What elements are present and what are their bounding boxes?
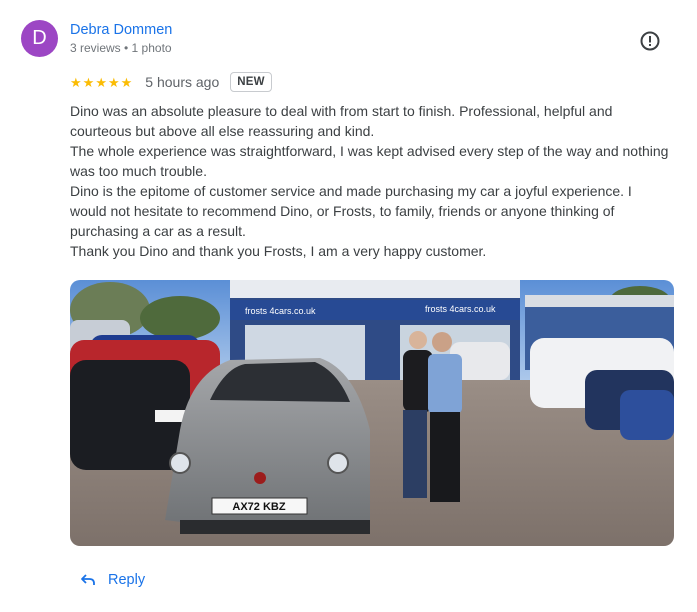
alert-circle-icon[interactable] — [637, 28, 663, 54]
star-icon: ★ — [95, 74, 107, 90]
avatar[interactable]: D — [21, 20, 58, 57]
reply-label: Reply — [108, 572, 146, 588]
author-name[interactable]: Debra Dommen — [70, 22, 172, 38]
dealer-sign-right: frosts 4cars.co.uk — [425, 304, 496, 314]
star-icon: ★ — [120, 74, 133, 90]
author-meta: 3 reviews • 1 photo — [70, 41, 172, 55]
review-paragraph: Dino was an absolute pleasure to deal wi… — [70, 103, 613, 139]
dealer-sign-left: frosts 4cars.co.uk — [245, 306, 316, 316]
star-icon: ★ — [70, 74, 82, 90]
review-text: Dino was an absolute pleasure to deal wi… — [70, 101, 670, 261]
review-paragraph: The whole experience was straightforward… — [70, 143, 669, 179]
review-paragraph: Thank you Dino and thank you Frosts, I a… — [70, 243, 487, 259]
reply-button[interactable]: Reply — [80, 572, 145, 588]
review-paragraph: Dino is the epitome of customer service … — [70, 183, 632, 239]
rating-row: ★ ★ ★ ★ ★ 5 hours ago NEW — [70, 70, 272, 94]
number-plate: AX72 KBZ — [232, 501, 285, 513]
review-time: 5 hours ago — [145, 74, 220, 90]
star-icon: ★ — [107, 74, 120, 90]
star-rating: ★ ★ ★ ★ ★ — [70, 76, 132, 89]
review-photo[interactable]: frosts 4cars.co.uk frosts 4cars.co.uk AX… — [70, 280, 674, 546]
reply-arrow-icon — [81, 574, 95, 585]
star-icon: ★ — [82, 74, 95, 90]
new-badge: NEW — [230, 72, 272, 92]
